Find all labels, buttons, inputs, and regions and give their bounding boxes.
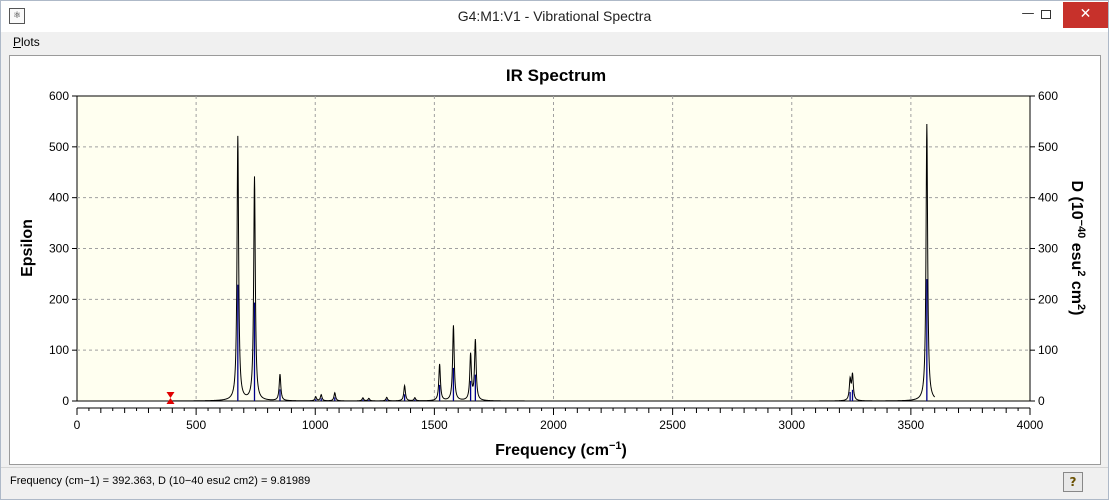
status-bar: Frequency (cm−1) = 392.363, D (10−40 esu… [1,467,1108,499]
x-axis-label: Frequency (cm−1) [495,440,627,459]
y2-tick-label: 200 [1038,292,1058,306]
x-tick-label: 1000 [302,418,329,432]
x-tick-label: 4000 [1017,418,1044,432]
y-tick-label: 0 [62,394,69,408]
y-axis-right: 0 100 200 300 400 500 600 [1030,89,1058,408]
status-readout: Frequency (cm−1) = 392.363, D (10−40 esu… [10,475,311,487]
x-tick-label: 0 [74,418,81,432]
x-tick-label: 3500 [898,418,925,432]
y2-tick-label: 400 [1038,191,1058,205]
x-tick-label: 3000 [778,418,805,432]
y2-tick-label: 600 [1038,89,1058,103]
chart-title: IR Spectrum [506,66,606,85]
close-button[interactable]: ✕ [1063,2,1108,28]
plot-panel[interactable]: IR Spectrum 0 100 200 300 400 500 600 0 100 200 3… [9,55,1101,465]
y2-axis-label: D (10−40 esu2 cm2) [1068,181,1087,316]
y-tick-label: 200 [49,292,69,306]
y-axis-left: 0 100 200 300 400 500 600 [49,89,77,408]
y-tick-label: 400 [49,191,69,205]
x-tick-label: 1500 [421,418,448,432]
y-tick-label: 100 [49,343,69,357]
maximize-button[interactable] [1031,2,1061,28]
y2-tick-label: 500 [1038,140,1058,154]
window-title: G4:M1:V1 - Vibrational Spectra [457,8,652,24]
y2-tick-label: 0 [1038,394,1045,408]
vibrational-spectra-window: ⚛ G4:M1:V1 - Vibrational Spectra — ✕ Plo… [0,0,1109,500]
y2-tick-label: 100 [1038,343,1058,357]
x-tick-label: 2500 [659,418,686,432]
title-bar[interactable]: ⚛ G4:M1:V1 - Vibrational Spectra — ✕ [1,1,1108,32]
menu-bar: Plots [1,32,1108,54]
menu-plots-label: lots [21,35,40,49]
y-axis-label: Epsilon [19,219,36,277]
x-tick-label: 500 [186,418,206,432]
x-tick-label: 2000 [540,418,567,432]
y-tick-label: 300 [49,242,69,256]
y2-tick-label: 300 [1038,242,1058,256]
x-axis: 0 500 1000 1500 2000 2500 3000 3500 4000 [74,407,1044,432]
y-tick-label: 500 [49,140,69,154]
menu-plots[interactable]: Plots [13,35,40,49]
maximize-icon [1041,10,1051,19]
help-button[interactable]: ? [1063,472,1083,492]
menu-plots-mnemonic: P [13,35,22,49]
ir-spectrum-chart[interactable]: IR Spectrum 0 100 200 300 400 500 600 0 100 200 3… [10,56,1100,464]
y-tick-label: 600 [49,89,69,103]
